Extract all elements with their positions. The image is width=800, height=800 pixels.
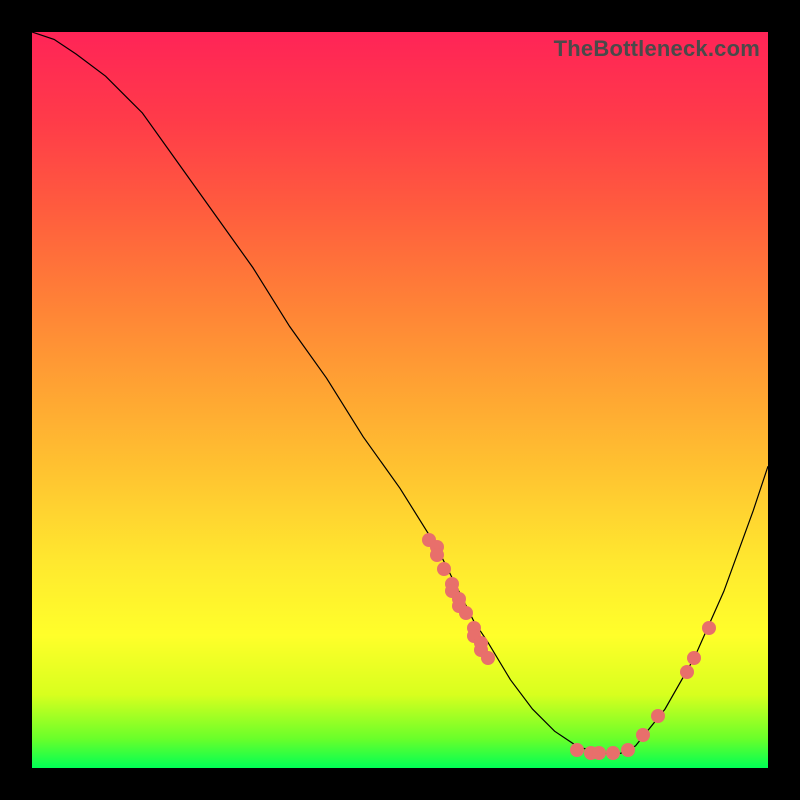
chart-container: TheBottleneck.com xyxy=(0,0,800,800)
gpu-point xyxy=(680,665,694,679)
gpu-point xyxy=(570,743,584,757)
gpu-point xyxy=(621,743,635,757)
gpu-point xyxy=(592,746,606,760)
gpu-point xyxy=(687,651,701,665)
data-points-layer xyxy=(32,32,768,768)
plot-area: TheBottleneck.com xyxy=(32,32,768,768)
gpu-point xyxy=(651,709,665,723)
gpu-point xyxy=(481,651,495,665)
gpu-point xyxy=(430,548,444,562)
gpu-point xyxy=(636,728,650,742)
gpu-point xyxy=(702,621,716,635)
gpu-point xyxy=(459,606,473,620)
gpu-point xyxy=(437,562,451,576)
gpu-point xyxy=(606,746,620,760)
